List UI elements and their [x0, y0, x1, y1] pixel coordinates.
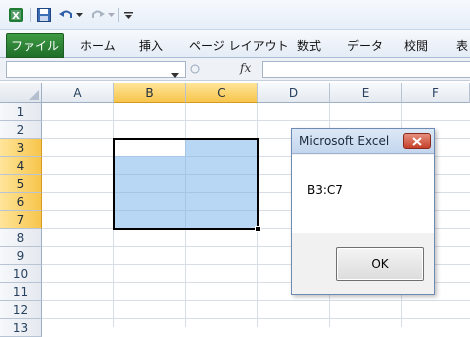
- column-header-b[interactable]: B: [114, 83, 186, 103]
- formula-bar: fx: [0, 58, 470, 81]
- dialog-body: B3:C7: [292, 155, 434, 233]
- splitter-handle-icon[interactable]: [190, 63, 200, 78]
- gridline: [42, 120, 470, 121]
- column-header-f[interactable]: F: [402, 83, 470, 103]
- formula-controls: fx: [188, 61, 260, 78]
- row-header-5[interactable]: 5: [0, 175, 42, 193]
- svg-text:X: X: [12, 11, 20, 22]
- column-header-a[interactable]: A: [42, 83, 114, 103]
- excel-logo-icon[interactable]: X: [7, 7, 25, 23]
- tab-data[interactable]: データ: [347, 33, 383, 58]
- select-all-corner[interactable]: [0, 83, 42, 103]
- dialog-title-bar[interactable]: Microsoft Excel: [292, 129, 434, 154]
- ok-button[interactable]: OK: [336, 247, 424, 281]
- close-button[interactable]: [403, 133, 431, 149]
- dialog-title: Microsoft Excel: [299, 134, 390, 148]
- column-header-c[interactable]: C: [186, 83, 258, 103]
- row-header-9[interactable]: 9: [0, 247, 42, 265]
- name-box[interactable]: [6, 61, 186, 78]
- column-header-d[interactable]: D: [258, 83, 330, 103]
- row-header-10[interactable]: 10: [0, 265, 42, 283]
- close-icon: [412, 136, 422, 146]
- tab-page-layout[interactable]: ページ レイアウト: [189, 33, 289, 58]
- message-dialog: Microsoft Excel B3:C7 OK: [291, 128, 435, 295]
- row-header-7[interactable]: 7: [0, 211, 42, 229]
- row-header-1[interactable]: 1: [0, 103, 42, 121]
- undo-icon[interactable]: [58, 7, 74, 23]
- quick-access-toolbar: X: [0, 0, 470, 30]
- gridline: [42, 300, 470, 301]
- toolbar-separator: [30, 8, 31, 22]
- tab-view[interactable]: 表: [456, 33, 468, 58]
- gridline: [42, 318, 470, 319]
- tab-home[interactable]: ホーム: [80, 33, 116, 58]
- row-header-3[interactable]: 3: [0, 139, 42, 157]
- tab-formulas[interactable]: 数式: [297, 33, 321, 58]
- formula-input[interactable]: [262, 61, 470, 78]
- dialog-message: B3:C7: [307, 183, 343, 197]
- tab-file[interactable]: ファイル: [6, 33, 64, 58]
- selection-border: [113, 138, 259, 230]
- row-header-12[interactable]: 12: [0, 301, 42, 319]
- row-header-13[interactable]: 13: [0, 319, 42, 337]
- row-header-2[interactable]: 2: [0, 121, 42, 139]
- row-header-11[interactable]: 11: [0, 283, 42, 301]
- undo-dropdown-icon[interactable]: [75, 7, 83, 23]
- row-header-6[interactable]: 6: [0, 193, 42, 211]
- tab-review[interactable]: 校閲: [404, 33, 428, 58]
- name-box-dropdown-icon[interactable]: [171, 67, 179, 81]
- save-icon[interactable]: [36, 7, 52, 23]
- fill-handle[interactable]: [255, 226, 261, 232]
- ribbon-tabs: ファイル ホーム 挿入 ページ レイアウト 数式 データ 校閲 表: [0, 30, 470, 58]
- insert-function-icon[interactable]: fx: [240, 61, 251, 75]
- customize-icon[interactable]: [123, 7, 133, 23]
- toolbar-separator: [118, 8, 119, 22]
- redo-icon[interactable]: [90, 7, 106, 23]
- row-header-4[interactable]: 4: [0, 157, 42, 175]
- column-header-e[interactable]: E: [330, 83, 402, 103]
- tab-insert[interactable]: 挿入: [139, 33, 163, 58]
- row-header-8[interactable]: 8: [0, 229, 42, 247]
- redo-dropdown-icon[interactable]: [107, 7, 115, 23]
